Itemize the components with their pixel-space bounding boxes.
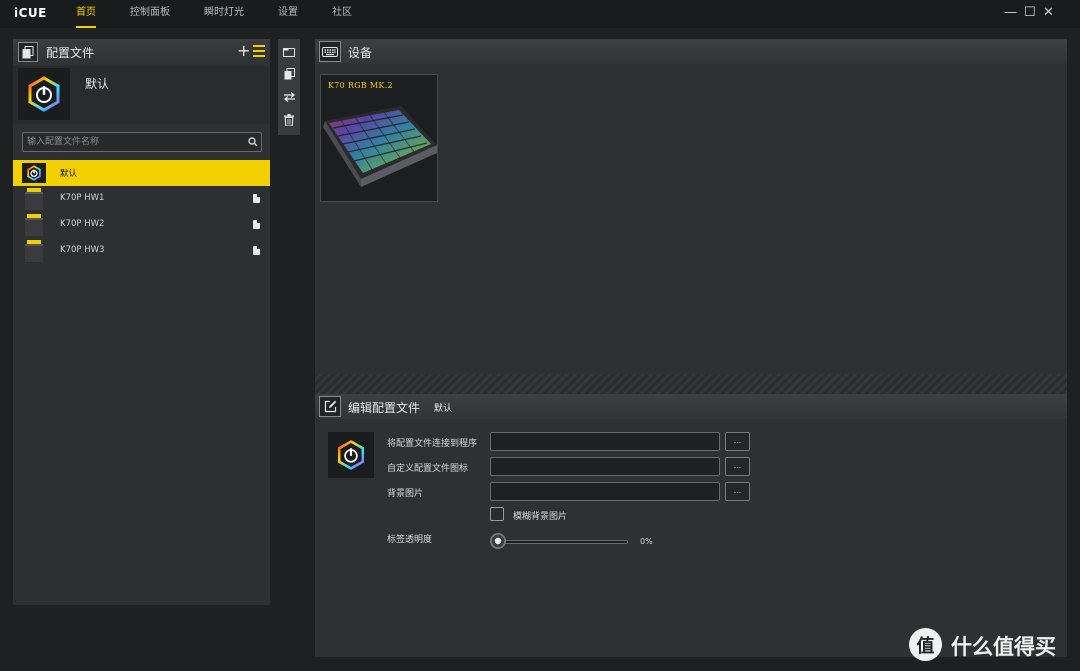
trash-icon[interactable]: [281, 112, 297, 128]
profile-search-input[interactable]: [27, 133, 237, 151]
profile-list: 默认 K70P HW1 K70P HW2 K70P HW3: [13, 160, 270, 264]
profile-icon-preview[interactable]: [328, 432, 374, 478]
title-bar: iCUE 首页 控制面板 瞬时灯光 设置 社区 — ☐ ✕: [0, 0, 1080, 28]
icue-profile-icon: [22, 163, 46, 183]
background-image-browse-button[interactable]: ...: [725, 482, 750, 501]
panel-separator: [315, 374, 1067, 394]
search-icon[interactable]: [247, 135, 259, 149]
custom-icon-field[interactable]: [490, 457, 720, 476]
nav-item-home[interactable]: 首页: [76, 0, 96, 28]
hardware-profile-icon: [253, 220, 260, 229]
icue-profile-icon: [18, 68, 70, 120]
watermark-logo: 值: [909, 628, 942, 661]
hardware-profile-icon: [253, 246, 260, 255]
link-program-label: 将配置文件连接到程序: [387, 439, 478, 449]
edit-profile-title: 编辑配置文件: [348, 401, 421, 415]
app-logo: iCUE: [14, 6, 47, 20]
edit-profile-panel: 编辑配置文件 默认 将配置文件连接到程序 ... 自定义配置文件图标 ... 背…: [315, 394, 1067, 657]
sd-card-icon: [22, 188, 46, 210]
watermark: 值 什么值得买: [909, 628, 1079, 662]
custom-icon-label: 自定义配置文件图标: [387, 464, 469, 474]
keyboard-image: [323, 106, 437, 187]
devices-title: 设备: [348, 46, 373, 60]
profile-item-hw3[interactable]: K70P HW3: [13, 238, 270, 264]
sd-card-icon: [22, 214, 46, 236]
profile-item-default[interactable]: 默认: [13, 160, 270, 186]
profile-item-hw2[interactable]: K70P HW2: [13, 212, 270, 238]
swap-icon[interactable]: [281, 89, 297, 105]
profile-menu-icon[interactable]: [253, 45, 265, 57]
profiles-header: 配置文件 +: [13, 39, 270, 65]
profile-item-label: K70P HW1: [60, 193, 105, 203]
copy-icon[interactable]: [281, 66, 297, 82]
profiles-icon: [18, 42, 38, 62]
opacity-value: 0%: [640, 537, 653, 546]
profile-item-hw1[interactable]: K70P HW1: [13, 186, 270, 212]
maximize-button[interactable]: ☐: [1024, 4, 1036, 22]
nav-item-dashboard[interactable]: 控制面板: [130, 0, 170, 28]
profile-item-label: K70P HW2: [60, 219, 105, 229]
minimize-button[interactable]: —: [1004, 4, 1017, 22]
blur-background-checkbox[interactable]: [490, 507, 504, 521]
sd-card-icon: [22, 240, 46, 262]
watermark-text: 什么值得买: [951, 635, 1056, 659]
profile-toolbar: [278, 39, 300, 135]
device-name: K70 RGB MK.2: [328, 81, 393, 90]
edit-profile-header: 编辑配置文件 默认: [315, 394, 1067, 419]
link-program-browse-button[interactable]: ...: [725, 432, 750, 451]
opacity-slider-thumb[interactable]: [490, 533, 506, 549]
nav-item-instant-lighting[interactable]: 瞬时灯光: [204, 0, 244, 28]
main-nav: 首页 控制面板 瞬时灯光 设置 社区: [66, 0, 386, 28]
new-window-icon[interactable]: [281, 44, 297, 60]
nav-item-settings[interactable]: 设置: [278, 0, 298, 28]
background-image-label: 背景图片: [387, 489, 424, 499]
profiles-panel: 配置文件 + 默认 输入配置文件名称 默认 K70P HW1 K70P HW2 …: [13, 39, 270, 605]
blur-background-label: 模糊背景图片: [513, 512, 568, 522]
keyboard-icon: [319, 41, 341, 62]
opacity-slider-track[interactable]: [498, 540, 628, 544]
profiles-title: 配置文件: [46, 46, 95, 60]
custom-icon-browse-button[interactable]: ...: [725, 457, 750, 476]
label-opacity-label: 标签透明度: [387, 535, 433, 545]
hardware-profile-icon: [253, 194, 260, 203]
profile-search: [22, 132, 262, 152]
devices-panel: 设备 K70 RGB MK.2: [315, 39, 1067, 374]
devices-header: 设备: [315, 39, 1067, 64]
close-button[interactable]: ✕: [1043, 4, 1054, 22]
edit-profile-name: 默认: [434, 404, 453, 414]
add-profile-button[interactable]: +: [237, 41, 250, 61]
background-image-field[interactable]: [490, 482, 720, 501]
nav-item-community[interactable]: 社区: [332, 0, 352, 28]
device-card-k70[interactable]: K70 RGB MK.2: [320, 74, 438, 202]
current-profile-name: 默认: [85, 77, 110, 91]
edit-icon: [319, 396, 341, 417]
current-profile-card: 默认: [13, 66, 270, 124]
profile-item-label: K70P HW3: [60, 245, 105, 255]
profile-item-label: 默认: [60, 169, 78, 179]
link-program-field[interactable]: [490, 432, 720, 451]
